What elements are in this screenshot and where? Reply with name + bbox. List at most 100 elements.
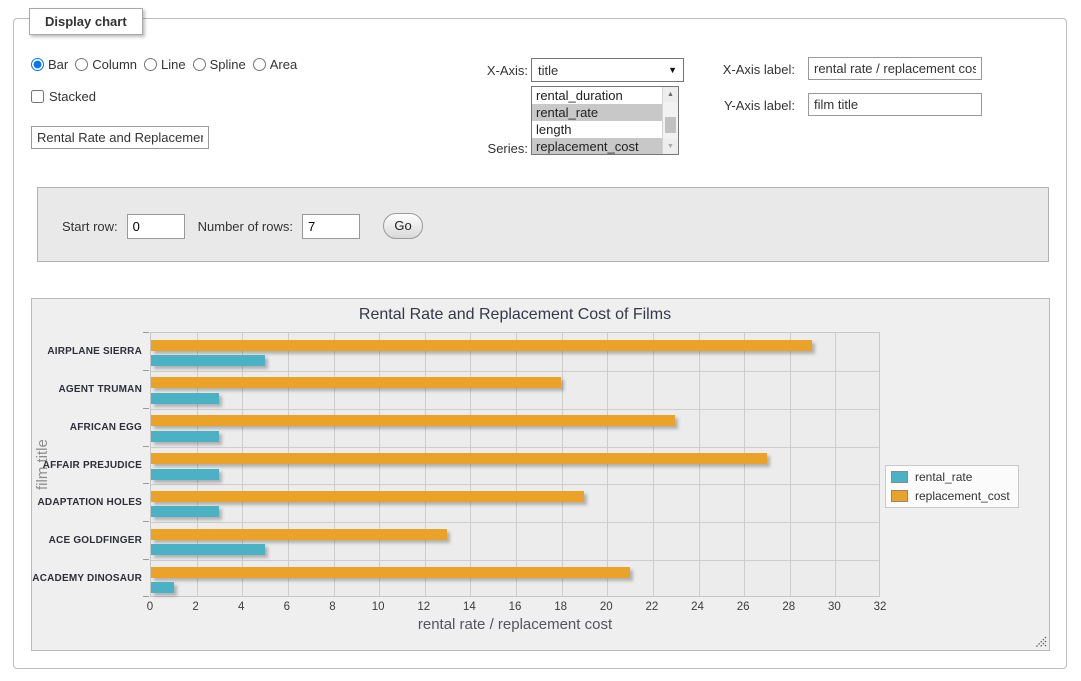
series-option-rental_duration[interactable]: rental_duration [532, 87, 662, 104]
y-axis-label-label: Y-Axis label: [710, 98, 795, 113]
x-axis-select-label: X-Axis: [458, 63, 528, 78]
x-tick-label: 32 [865, 601, 895, 613]
radio-bar[interactable]: Bar [31, 57, 68, 72]
series-listbox[interactable]: rental_durationrental_ratelengthreplacem… [531, 86, 679, 155]
bar-rental_rate [151, 469, 219, 480]
gridline-vertical [653, 333, 654, 596]
gridline-vertical [835, 333, 836, 596]
radio-spline[interactable]: Spline [193, 57, 246, 72]
gridline-vertical [242, 333, 243, 596]
gridline-vertical [425, 333, 426, 596]
x-tick-label: 12 [409, 601, 439, 613]
y-tick-mark [143, 559, 149, 560]
bar-replacement_cost [151, 453, 767, 464]
gridline-horizontal [151, 447, 879, 448]
radio-area-input[interactable] [253, 58, 266, 71]
series-listbox-options: rental_durationrental_ratelengthreplacem… [532, 87, 662, 154]
gridline-vertical [470, 333, 471, 596]
x-tick-label: 4 [226, 601, 256, 613]
x-tick-label: 20 [591, 601, 621, 613]
y-tick-mark [143, 332, 149, 333]
gridline-vertical [334, 333, 335, 596]
bar-replacement_cost [151, 567, 630, 578]
x-tick-label: 14 [454, 601, 484, 613]
legend-swatch [891, 471, 908, 483]
panel-title: Display chart [29, 8, 143, 35]
gridline-horizontal [151, 484, 879, 485]
radio-label: Column [92, 57, 137, 72]
num-rows-label: Number of rows: [198, 219, 293, 234]
x-axis-select[interactable]: title ▼ [531, 58, 684, 82]
bar-replacement_cost [151, 415, 675, 426]
radio-bar-input[interactable] [31, 58, 44, 71]
bar-rental_rate [151, 393, 219, 404]
category-label: ACADEMY DINOSAUR [32, 573, 142, 584]
series-option-rental_rate[interactable]: rental_rate [532, 104, 662, 121]
x-tick-label: 0 [135, 601, 165, 613]
y-tick-mark [143, 408, 149, 409]
radio-area[interactable]: Area [253, 57, 297, 72]
category-label: ACE GOLDFINGER [32, 535, 142, 546]
x-tick-label: 6 [272, 601, 302, 613]
radio-line-input[interactable] [144, 58, 157, 71]
y-tick-mark [143, 596, 149, 597]
chart-title: Rental Rate and Replacement Cost of Film… [150, 306, 880, 324]
start-row-input[interactable] [127, 214, 185, 239]
x-tick-label: 10 [363, 601, 393, 613]
bar-rental_rate [151, 355, 265, 366]
gridline-vertical [379, 333, 380, 596]
y-tick-mark [143, 483, 149, 484]
x-tick-label: 24 [683, 601, 713, 613]
x-axis-label-label: X-Axis label: [710, 62, 795, 77]
gridline-horizontal [151, 409, 879, 410]
y-axis-label-input[interactable] [808, 93, 982, 116]
y-tick-mark [143, 521, 149, 522]
series-option-length[interactable]: length [532, 121, 662, 138]
gridline-horizontal [151, 371, 879, 372]
stacked-label: Stacked [49, 89, 96, 104]
chart-container: Rental Rate and Replacement Cost of Film… [31, 298, 1050, 651]
scroll-down-icon[interactable]: ▼ [663, 139, 678, 154]
category-label: ADAPTATION HOLES [32, 497, 142, 508]
category-label: AGENT TRUMAN [32, 384, 142, 395]
chart-title-input[interactable] [31, 126, 209, 149]
x-tick-label: 16 [500, 601, 530, 613]
gridline-vertical [699, 333, 700, 596]
scrollbar-track[interactable] [663, 102, 678, 139]
radio-label: Bar [48, 57, 68, 72]
y-tick-mark [143, 446, 149, 447]
bar-rental_rate [151, 506, 219, 517]
legend-item: rental_rate [891, 470, 1010, 484]
gridline-horizontal [151, 522, 879, 523]
x-tick-label: 18 [546, 601, 576, 613]
bar-replacement_cost [151, 340, 812, 351]
x-axis-label-input[interactable] [808, 57, 982, 80]
radio-column-input[interactable] [75, 58, 88, 71]
radio-line[interactable]: Line [144, 57, 186, 72]
category-label: AFRICAN EGG [32, 422, 142, 433]
resize-handle-icon[interactable] [1035, 636, 1047, 648]
category-label: AIRPLANE SIERRA [32, 346, 142, 357]
go-button[interactable]: Go [383, 213, 423, 239]
num-rows-input[interactable] [302, 214, 360, 239]
start-row-label: Start row: [62, 219, 118, 234]
dropdown-arrow-icon: ▼ [668, 65, 677, 75]
gridline-vertical [197, 333, 198, 596]
chart-legend: rental_ratereplacement_cost [885, 465, 1019, 508]
radio-spline-input[interactable] [193, 58, 206, 71]
stacked-checkbox[interactable] [31, 90, 44, 103]
x-tick-label: 22 [637, 601, 667, 613]
x-tick-label: 2 [181, 601, 211, 613]
radio-label: Line [161, 57, 186, 72]
radio-column[interactable]: Column [75, 57, 137, 72]
legend-label: rental_rate [915, 470, 972, 484]
stacked-checkbox-row[interactable]: Stacked [31, 89, 96, 104]
scroll-up-icon[interactable]: ▲ [663, 87, 678, 102]
bar-rental_rate [151, 431, 219, 442]
radio-label: Spline [210, 57, 246, 72]
gridline-vertical [288, 333, 289, 596]
series-option-replacement_cost[interactable]: replacement_cost [532, 138, 662, 154]
series-scrollbar[interactable]: ▲ ▼ [662, 87, 678, 154]
scrollbar-thumb[interactable] [665, 117, 676, 133]
series-listbox-label: Series: [458, 141, 528, 156]
